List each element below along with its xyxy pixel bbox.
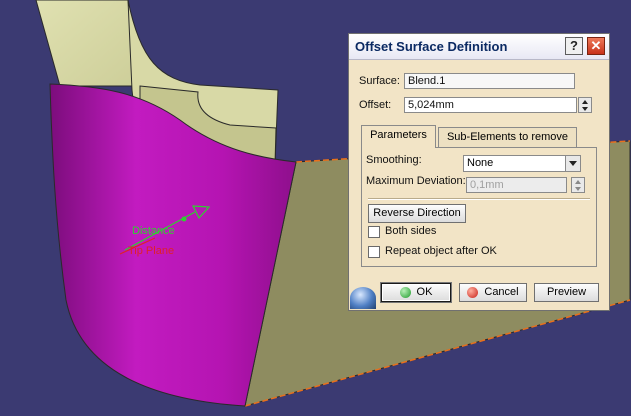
- offset-label: Offset:: [359, 99, 392, 111]
- dialog-button-bar: OK Cancel Preview: [350, 277, 608, 309]
- reverse-direction-button[interactable]: Reverse Direction: [368, 204, 466, 223]
- both-sides-label: Both sides: [385, 225, 437, 237]
- direction-arrow-origin: [181, 216, 187, 222]
- dialog-titlebar[interactable]: Offset Surface Definition ? ✕: [349, 34, 609, 60]
- ok-icon: [399, 286, 411, 298]
- ok-label: OK: [416, 286, 433, 298]
- part-back-wall: [35, 0, 139, 87]
- both-sides-checkbox[interactable]: [368, 226, 380, 238]
- repeat-object-checkbox[interactable]: [368, 246, 380, 258]
- offset-surface-dialog: Offset Surface Definition ? ✕ Surface: B…: [348, 33, 610, 311]
- smoothing-select[interactable]: None: [463, 155, 581, 172]
- max-deviation-label: Maximum Deviation:: [366, 175, 466, 187]
- cancel-icon: [467, 286, 479, 298]
- separator: [368, 198, 590, 200]
- surface-field[interactable]: Blend.1: [404, 73, 575, 89]
- globe-icon: [350, 287, 376, 309]
- chevron-down-icon[interactable]: [565, 156, 580, 171]
- tab-sub-elements[interactable]: Sub-Elements to remove: [438, 127, 577, 148]
- cancel-button[interactable]: Cancel: [459, 283, 527, 302]
- help-button[interactable]: ?: [565, 37, 583, 55]
- cancel-label: Cancel: [484, 286, 519, 298]
- smoothing-value: None: [467, 157, 494, 169]
- parameters-panel: Smoothing: None Maximum Deviation: 0,1mm…: [361, 147, 597, 267]
- annotation-distance: Distance: [132, 225, 175, 237]
- max-deviation-field[interactable]: 0,1mm: [466, 177, 567, 193]
- smoothing-label: Smoothing:: [366, 154, 422, 166]
- repeat-object-label: Repeat object after OK: [385, 245, 497, 257]
- offset-spinner[interactable]: [578, 97, 592, 113]
- max-deviation-spinner[interactable]: [571, 177, 585, 193]
- offset-field[interactable]: 5,024mm: [404, 97, 577, 113]
- tab-parameters[interactable]: Parameters: [361, 125, 436, 148]
- dialog-title: Offset Surface Definition: [355, 39, 508, 54]
- ok-button[interactable]: OK: [381, 283, 451, 302]
- surface-label: Surface:: [359, 75, 400, 87]
- preview-button[interactable]: Preview: [534, 283, 599, 302]
- annotation-tip-plane: Tip Plane: [128, 245, 174, 257]
- close-button[interactable]: ✕: [587, 37, 605, 55]
